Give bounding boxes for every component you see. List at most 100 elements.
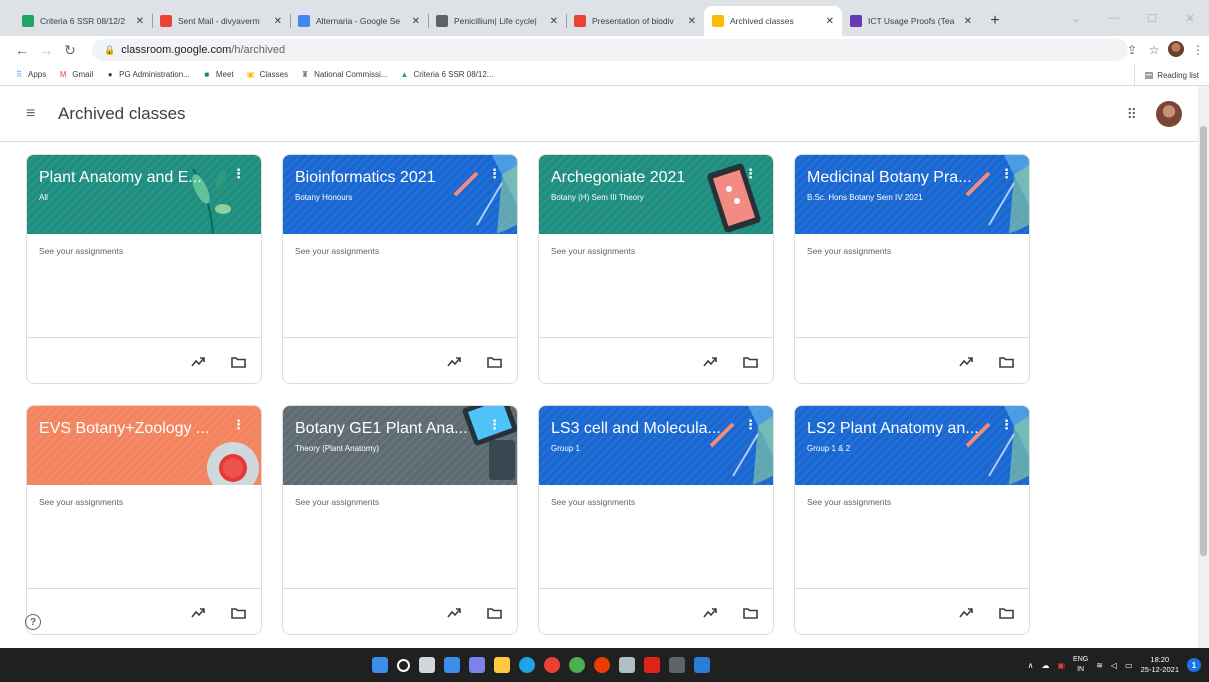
battery-icon[interactable]: ▭ (1125, 661, 1133, 670)
volume-icon[interactable]: ◁ (1111, 661, 1117, 670)
folder-icon[interactable] (741, 604, 759, 622)
class-card[interactable]: LS2 Plant Anatomy an... Group 1 & 2 ⋮ See y… (794, 405, 1030, 635)
browser-tab[interactable]: Criteria 6 SSR 08/12/2 ✕ (14, 6, 152, 36)
bookmark-item[interactable]: ▣ Classes (246, 70, 288, 80)
address-bar[interactable]: 🔒 classroom.google.com/h/archived (92, 39, 1128, 61)
class-card-banner[interactable]: Botany GE1 Plant Ana... Theory (Plant Ana… (283, 406, 517, 485)
bookmark-item[interactable]: ● PG Administration... (105, 70, 190, 80)
bookmark-item[interactable]: ⠿ Apps (14, 70, 46, 80)
class-card-banner[interactable]: Archegoniate 2021 Botany (H) Sem III Theo… (539, 155, 773, 234)
google-apps-icon[interactable]: ⠿ (1127, 106, 1137, 123)
class-card-banner[interactable]: LS3 cell and Molecula... Group 1 ⋮ (539, 406, 773, 485)
profile-avatar[interactable] (1165, 40, 1187, 60)
folder-icon[interactable] (229, 353, 247, 371)
account-avatar[interactable] (1156, 101, 1182, 127)
tab-close-icon[interactable]: ✕ (274, 16, 282, 27)
lock-icon[interactable]: 🔒 (104, 45, 115, 56)
minimize-button[interactable]: — (1095, 0, 1133, 36)
browser-tab[interactable]: Archived classes ✕ (704, 6, 842, 36)
class-card-banner[interactable]: Medicinal Botany Pra... B.Sc. Hons Botany… (795, 155, 1029, 234)
maximize-button[interactable]: ☐ (1133, 0, 1171, 36)
close-window-button[interactable]: ✕ (1171, 0, 1209, 36)
trending-icon[interactable] (189, 353, 207, 371)
folder-icon[interactable] (485, 353, 503, 371)
search-icon[interactable] (397, 658, 410, 672)
more-options-icon[interactable]: ⋮ (488, 418, 501, 431)
class-name[interactable]: Botany GE1 Plant Ana... (295, 420, 485, 438)
tab-close-icon[interactable]: ✕ (412, 16, 420, 27)
wifi-icon[interactable]: ≋ (1096, 661, 1103, 670)
share-icon[interactable]: ⇪ (1121, 43, 1143, 57)
class-card[interactable]: Plant Anatomy and E... All ⋮ See your assig… (26, 154, 262, 384)
bookmark-star-icon[interactable]: ☆ (1143, 43, 1165, 57)
trending-icon[interactable] (957, 353, 975, 371)
help-icon[interactable]: ? (25, 614, 41, 630)
file-explorer-icon[interactable] (494, 657, 510, 673)
new-tab-button[interactable]: + (980, 6, 1010, 36)
office-icon[interactable] (594, 657, 610, 673)
class-card[interactable]: Archegoniate 2021 Botany (H) Sem III Theo… (538, 154, 774, 384)
bookmark-item[interactable]: ■ Meet (202, 70, 233, 80)
forward-arrow-icon[interactable]: → (34, 42, 58, 58)
more-options-icon[interactable]: ⋮ (744, 167, 757, 180)
tab-search-icon[interactable]: ⌄ (1057, 0, 1095, 36)
class-card-banner[interactable]: Bioinformatics 2021 Botany Honours ⋮ (283, 155, 517, 234)
bookmark-item[interactable]: M Gmail (58, 70, 93, 80)
clock[interactable]: 18:20 25-12-2021 (1141, 655, 1179, 675)
browser-menu-icon[interactable]: ⋮ (1187, 43, 1209, 57)
folder-icon[interactable] (997, 604, 1015, 622)
class-name[interactable]: LS2 Plant Anatomy an... (807, 420, 997, 438)
folder-icon[interactable] (229, 604, 247, 622)
tab-close-icon[interactable]: ✕ (550, 16, 558, 27)
class-name[interactable]: EVS Botany+Zoology ... (39, 420, 229, 438)
settings-app-icon[interactable] (619, 657, 635, 673)
class-card-banner[interactable]: LS2 Plant Anatomy an... Group 1 & 2 ⋮ (795, 406, 1029, 485)
chrome-profile-icon[interactable] (569, 657, 585, 673)
trending-icon[interactable] (445, 353, 463, 371)
reading-list-button[interactable]: ▤ Reading list (1133, 64, 1199, 86)
reload-icon[interactable]: ↻ (58, 42, 82, 59)
edge-icon[interactable] (519, 657, 535, 673)
scrollbar-thumb[interactable] (1200, 126, 1207, 556)
bookmark-item[interactable]: ▲ Criteria 6 SSR 08/12... (399, 70, 493, 80)
class-name[interactable]: Archegoniate 2021 (551, 169, 741, 187)
chrome-icon[interactable] (544, 657, 560, 673)
back-arrow-icon[interactable]: ← (10, 42, 34, 58)
language-indicator[interactable]: ENG IN (1073, 655, 1088, 675)
more-options-icon[interactable]: ⋮ (488, 167, 501, 180)
word-icon[interactable] (694, 657, 710, 673)
notification-badge[interactable]: 1 (1187, 658, 1201, 672)
show-hidden-icons-icon[interactable]: ∧ (1028, 661, 1034, 670)
browser-tab[interactable]: Presentation of biodiv ✕ (566, 6, 704, 36)
main-menu-icon[interactable]: ≡ (26, 105, 44, 123)
class-card[interactable]: Medicinal Botany Pra... B.Sc. Hons Botany… (794, 154, 1030, 384)
folder-icon[interactable] (741, 353, 759, 371)
class-card[interactable]: Botany GE1 Plant Ana... Theory (Plant Ana… (282, 405, 518, 635)
more-options-icon[interactable]: ⋮ (232, 418, 245, 431)
class-name[interactable]: LS3 cell and Molecula... (551, 420, 741, 438)
class-card[interactable]: LS3 cell and Molecula... Group 1 ⋮ See your… (538, 405, 774, 635)
tab-close-icon[interactable]: ✕ (964, 16, 972, 27)
more-options-icon[interactable]: ⋮ (744, 418, 757, 431)
page-scrollbar[interactable] (1198, 86, 1209, 648)
start-icon[interactable] (372, 657, 388, 673)
task-view-icon[interactable] (419, 657, 435, 673)
class-name[interactable]: Bioinformatics 2021 (295, 169, 485, 187)
folder-icon[interactable] (997, 353, 1015, 371)
trending-icon[interactable] (701, 353, 719, 371)
tab-close-icon[interactable]: ✕ (688, 16, 696, 27)
widgets-icon[interactable] (444, 657, 460, 673)
more-options-icon[interactable]: ⋮ (1000, 418, 1013, 431)
bookmark-item[interactable]: ♜ National Commissi... (300, 70, 387, 80)
trending-icon[interactable] (189, 604, 207, 622)
acrobat-icon[interactable] (644, 657, 660, 673)
class-card[interactable]: Bioinformatics 2021 Botany Honours ⋮ See yo… (282, 154, 518, 384)
class-card[interactable]: EVS Botany+Zoology ... ⋮ See your assignme… (26, 405, 262, 635)
browser-tab[interactable]: ICT Usage Proofs (Tea ✕ (842, 6, 980, 36)
class-name[interactable]: Plant Anatomy and E... (39, 169, 229, 187)
photos-icon[interactable] (669, 657, 685, 673)
trending-icon[interactable] (445, 604, 463, 622)
more-options-icon[interactable]: ⋮ (1000, 167, 1013, 180)
folder-icon[interactable] (485, 604, 503, 622)
browser-tab[interactable]: Penicillium| Life cycle| ✕ (428, 6, 566, 36)
